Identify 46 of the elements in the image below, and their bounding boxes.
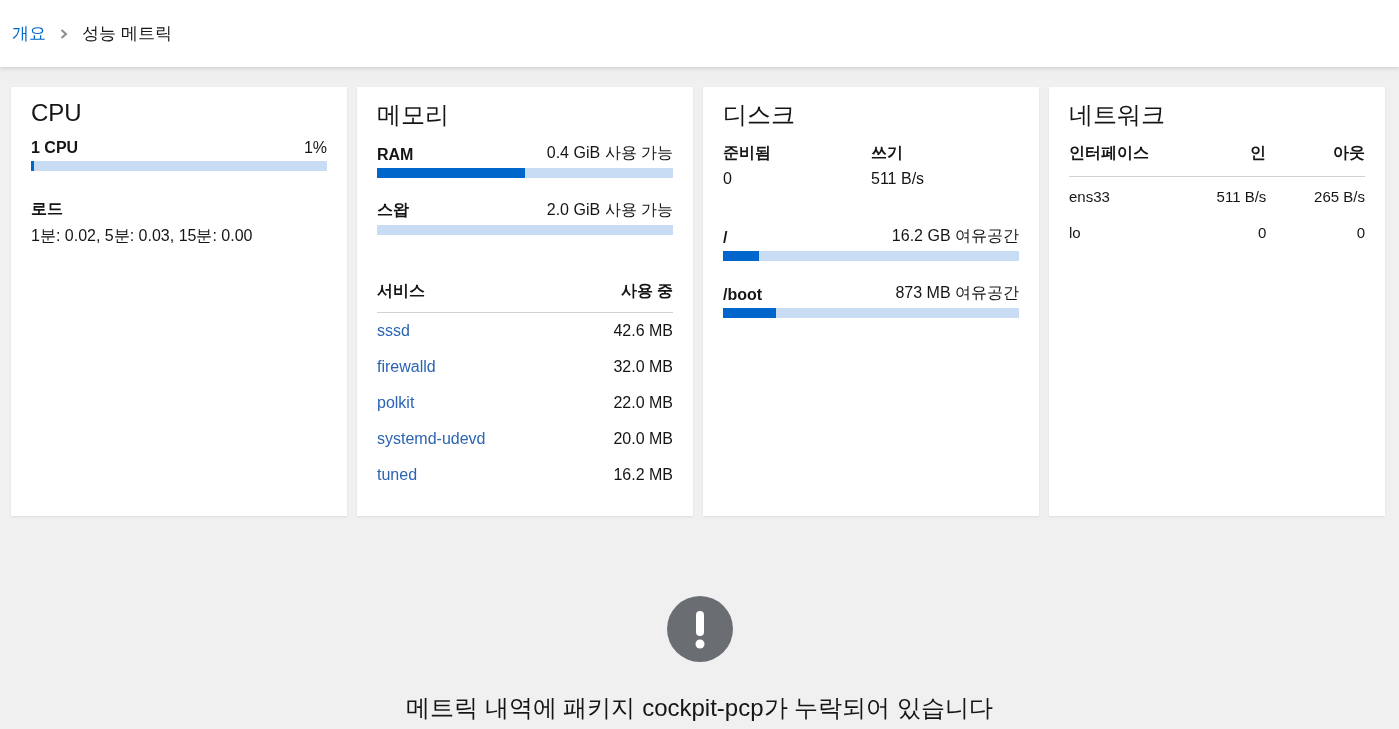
table-cell-text: ens33 [1069,187,1111,205]
column-header: 서비스 [377,281,425,301]
table-cell-text: 265 B/s [1313,187,1365,205]
io-value: 511 B/s [871,170,926,188]
card-title: 메모리 [377,100,450,130]
meter-reading: 2.0 GiB 사용 가능 [546,200,673,220]
meter-label: 1 CPU [31,139,79,157]
meter-reading: 873 MB 여유공간 [895,283,1019,303]
mount-label: /boot [723,286,763,304]
column-header: 인 [1249,143,1267,163]
meter-reading: 1% [303,139,327,157]
breadcrumb-current: 성능 메트릭 [82,23,172,45]
table-cell: 22.0 MB [613,394,673,412]
service-link[interactable]: polkit [377,394,415,412]
io-value: 0 [723,170,733,188]
meter-reading: 16.2 GB 여유공간 [891,226,1019,246]
io-label: 쓰기 [871,143,904,163]
service-link[interactable]: tuned [377,466,418,484]
table-cell-text: 511 B/s [1215,187,1267,205]
table-cell-text: 0 [1257,223,1267,241]
breadcrumb-link[interactable]: 개요 [12,22,46,45]
meter-reading: 0.4 GiB 사용 가능 [546,143,673,163]
exclamation-icon [666,596,733,662]
service-link[interactable]: systemd-udevd [377,430,486,448]
io-label: 준비됨 [723,143,772,163]
service-link[interactable]: firewalld [377,358,436,376]
column-header: 인터페이스 [1069,143,1150,163]
card-title: 디스크 [723,100,796,130]
empty-state-message: 메트릭 내역에 패키지 cockpit-pcp가 누락되어 있습니다 [406,693,993,723]
table-cell: 42.6 MB [613,322,673,340]
table-cell: 16.2 MB [613,466,673,484]
card-title: 네트워크 [1069,100,1166,130]
table-cell-text: lo [1069,223,1082,241]
table-cell: 20.0 MB [613,430,673,448]
mount-label: / [723,229,728,247]
meter-label: 스왑 [377,200,409,220]
service-link[interactable]: sssd [377,322,410,340]
column-header: 사용 중 [620,281,673,301]
meter-label: RAM [377,146,414,164]
load-value: 1분: 0.02, 5분: 0.03, 15분: 0.00 [31,226,254,246]
load-label: 로드 [31,199,64,219]
card-title: CPU [31,99,83,127]
chevron-right-icon [60,28,68,39]
table-cell: 32.0 MB [613,358,673,376]
table-cell-text: 0 [1355,223,1365,241]
column-header: 아웃 [1332,143,1365,163]
